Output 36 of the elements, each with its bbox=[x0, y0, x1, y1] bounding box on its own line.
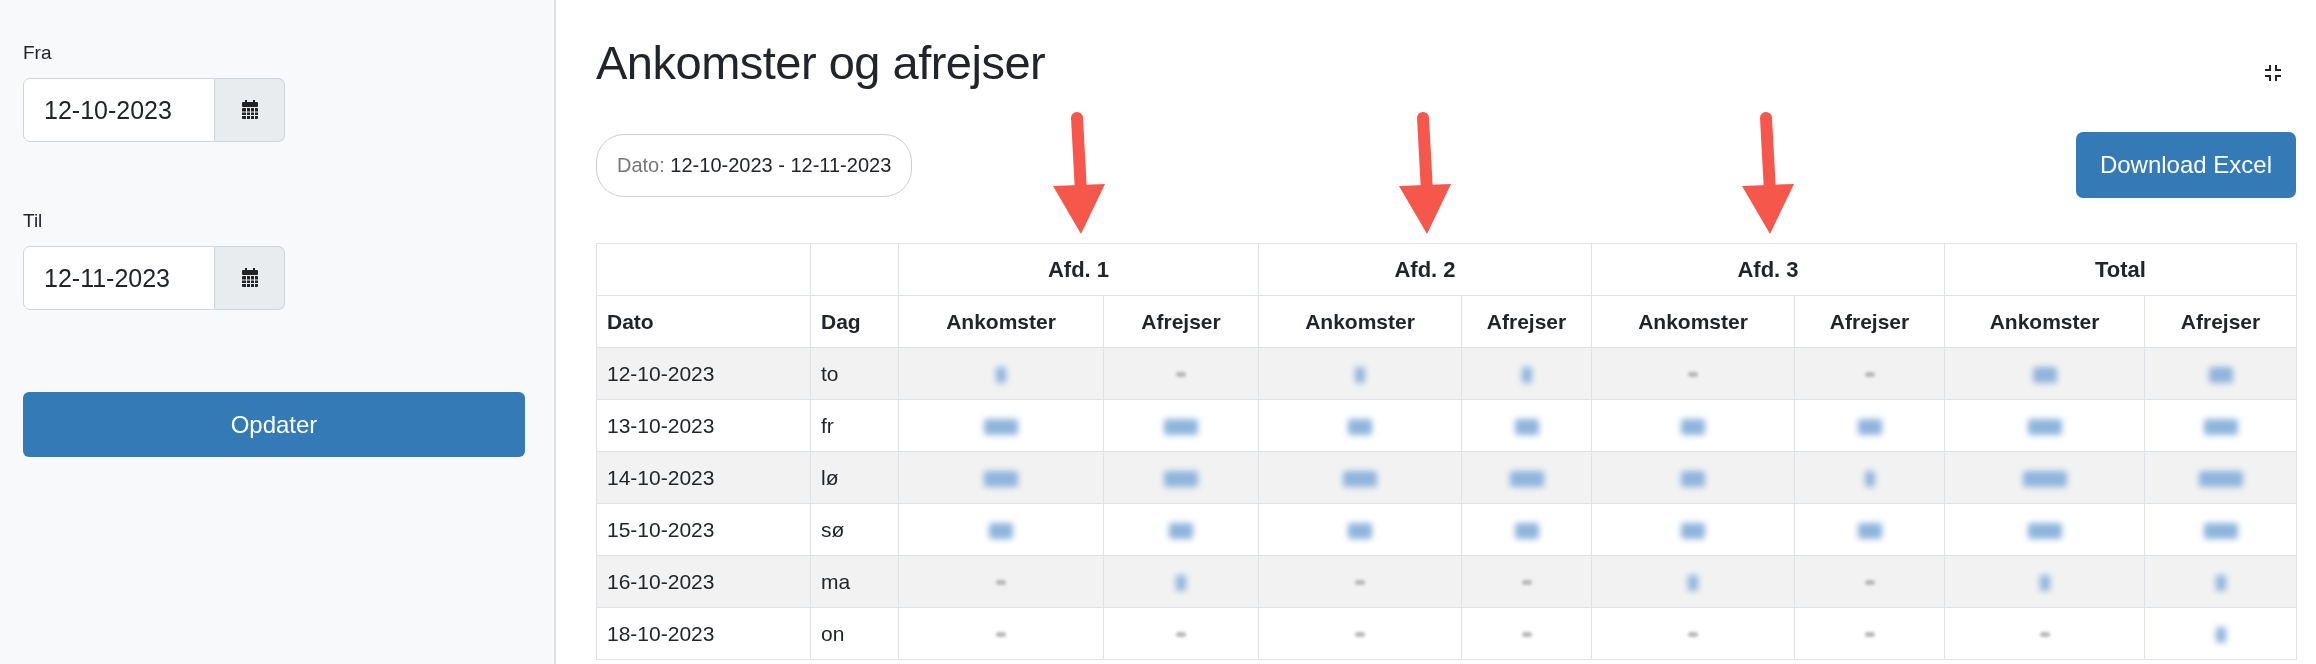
calendar-button[interactable] bbox=[215, 78, 285, 142]
day-cell: lø bbox=[810, 451, 899, 504]
column-header: Afrejser bbox=[1794, 295, 1945, 348]
calendar-icon bbox=[240, 100, 259, 120]
day-cell: on bbox=[810, 607, 899, 660]
column-header: Afrejser bbox=[2144, 295, 2297, 348]
calendar-button[interactable] bbox=[215, 246, 285, 310]
page-title: Ankomster og afrejser bbox=[596, 35, 1046, 90]
date-cell: 18-10-2023 bbox=[596, 607, 811, 660]
download-button[interactable]: Download Excel bbox=[2075, 132, 2296, 198]
collapse-icon[interactable] bbox=[2264, 64, 2282, 82]
field-label: Til bbox=[23, 210, 43, 232]
column-header: Afrejser bbox=[1461, 295, 1592, 348]
date-field[interactable]: 12-10-2023 bbox=[23, 78, 215, 142]
day-cell: sø bbox=[810, 503, 899, 556]
update-button[interactable]: Opdater bbox=[23, 392, 525, 457]
column-header: Dag bbox=[810, 295, 899, 348]
field-label: Fra bbox=[23, 42, 52, 64]
date-cell: 16-10-2023 bbox=[596, 555, 811, 608]
date-cell: 14-10-2023 bbox=[596, 451, 811, 504]
column-header: Dato bbox=[596, 295, 811, 348]
day-cell: fr bbox=[810, 399, 899, 452]
column-header: Ankomster bbox=[1591, 295, 1795, 348]
column-header: Ankomster bbox=[898, 295, 1104, 348]
day-cell: to bbox=[810, 347, 899, 400]
column-header: Ankomster bbox=[1944, 295, 2145, 348]
date-cell: 15-10-2023 bbox=[596, 503, 811, 556]
date-field[interactable]: 12-11-2023 bbox=[23, 246, 215, 310]
day-cell: ma bbox=[810, 555, 899, 608]
column-header: Ankomster bbox=[1258, 295, 1462, 348]
date-cell: 12-10-2023 bbox=[596, 347, 811, 400]
date-range-filter[interactable]: Dato: 12-10-2023 - 12-11-2023 bbox=[596, 133, 913, 197]
date-cell: 13-10-2023 bbox=[596, 399, 811, 452]
calendar-icon bbox=[240, 268, 259, 288]
column-header: Afrejser bbox=[1103, 295, 1259, 348]
group-header: Total bbox=[1944, 243, 2297, 296]
